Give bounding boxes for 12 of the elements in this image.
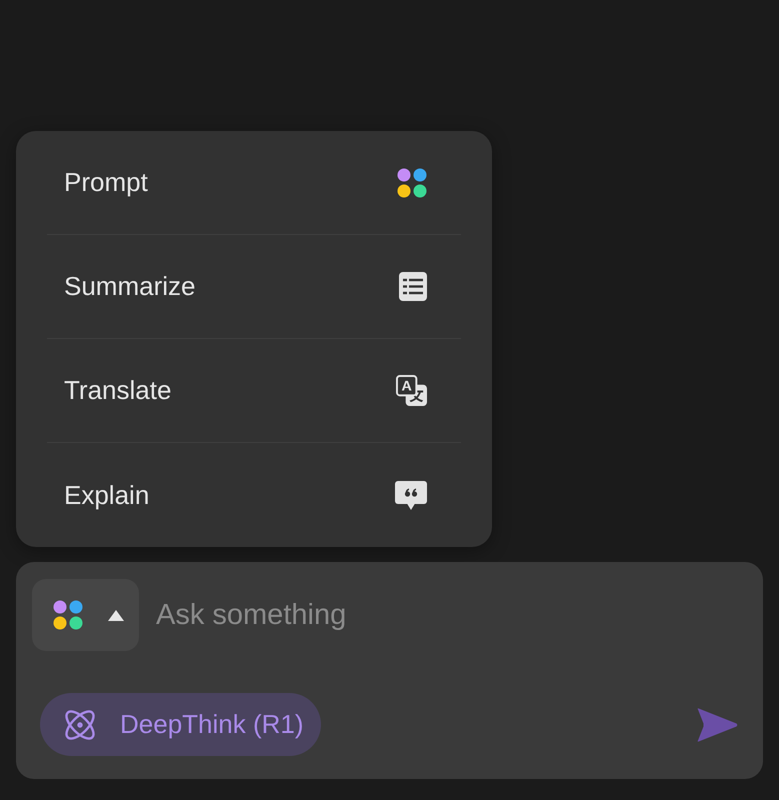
- menu-item[interactable]: Translate: [47, 339, 461, 443]
- menu-item[interactable]: Prompt: [47, 131, 461, 235]
- mode-button[interactable]: [32, 579, 139, 651]
- four-dots-icon: [397, 168, 427, 198]
- menu-item[interactable]: Explain: [47, 443, 461, 547]
- send-icon: [697, 708, 738, 742]
- translate-icon: [396, 375, 427, 406]
- four-dots-icon: [53, 600, 83, 630]
- quote-bubble-icon: [395, 480, 427, 510]
- input-field[interactable]: Ask something: [156, 590, 738, 640]
- list-icon: [399, 272, 427, 301]
- menu-item[interactable]: Summarize: [47, 235, 461, 339]
